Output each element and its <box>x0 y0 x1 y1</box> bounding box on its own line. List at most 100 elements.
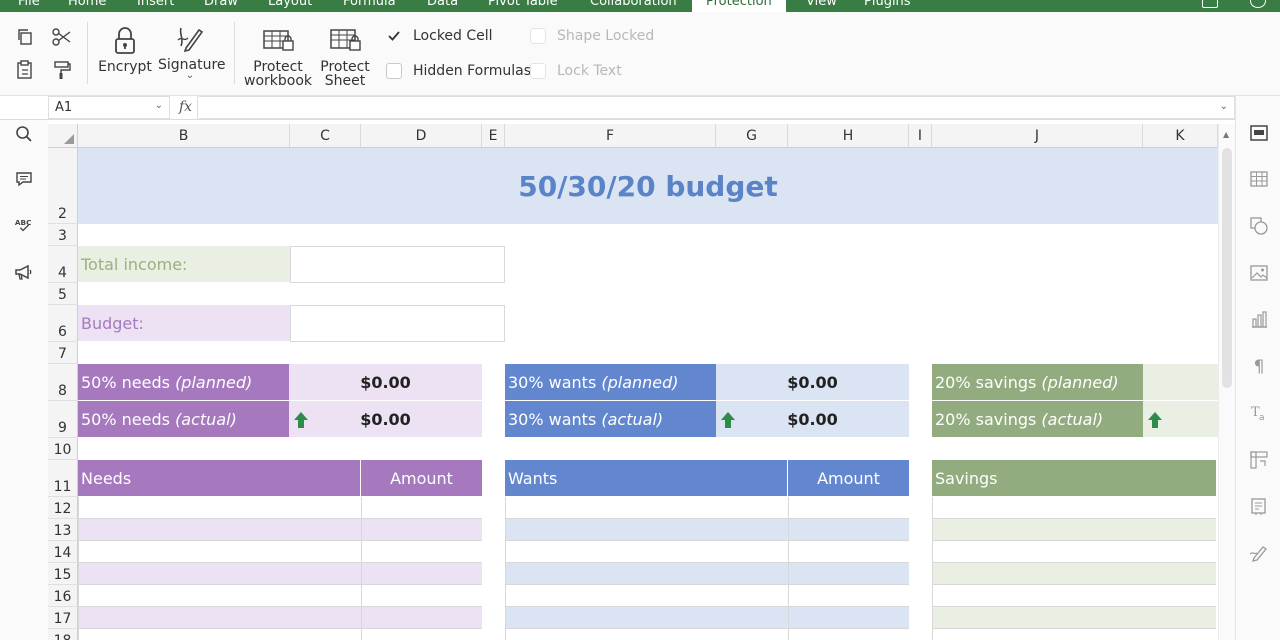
wants-actual-value[interactable]: $0.00 <box>716 401 909 437</box>
needs-planned-label[interactable]: 50% needs (planned) <box>78 364 289 400</box>
row-header-17[interactable]: 17 <box>48 607 78 629</box>
copy-icon[interactable] <box>14 26 36 48</box>
signature-icon[interactable] <box>1249 543 1269 563</box>
column-header-h[interactable]: H <box>788 124 909 148</box>
savings-item-cell[interactable] <box>932 519 1216 541</box>
shapes-icon[interactable] <box>1249 216 1269 236</box>
wants-actual-label[interactable]: 30% wants (actual) <box>505 401 716 437</box>
wants-amount-cell[interactable] <box>788 541 909 563</box>
needs-item-cell[interactable] <box>78 497 361 519</box>
tab-plugins[interactable]: Plugins <box>864 0 911 9</box>
column-header-f[interactable]: F <box>505 124 716 148</box>
name-box[interactable]: A1 ⌄ <box>48 96 170 119</box>
total-income-label[interactable]: Total income: <box>78 246 290 282</box>
tab-formula[interactable]: Formula <box>343 0 396 9</box>
row-header-9[interactable]: 9 <box>48 401 78 438</box>
column-header-g[interactable]: G <box>716 124 788 148</box>
column-header-i[interactable]: I <box>909 124 932 148</box>
column-header-k[interactable]: K <box>1143 124 1218 148</box>
savings-item-cell[interactable] <box>932 497 1216 519</box>
wants-planned-value[interactable]: $0.00 <box>716 364 909 400</box>
vertical-scrollbar[interactable]: ▲ <box>1218 124 1235 640</box>
pivot-icon[interactable] <box>1249 450 1269 470</box>
row-header-7[interactable]: 7 <box>48 342 78 364</box>
wants-item-cell[interactable] <box>505 541 788 563</box>
paragraph-icon[interactable]: ¶ <box>1249 357 1269 377</box>
savings-item-cell[interactable] <box>932 629 1216 640</box>
wants-item-cell[interactable] <box>505 585 788 607</box>
column-header-c[interactable]: C <box>290 124 361 148</box>
savings-planned-label[interactable]: 20% savings (planned) <box>932 364 1143 400</box>
needs-item-cell[interactable] <box>78 607 361 629</box>
chart-icon[interactable] <box>1249 310 1269 330</box>
function-icon[interactable]: fx <box>174 96 198 119</box>
total-income-input[interactable] <box>290 246 505 283</box>
wants-amount-cell[interactable] <box>788 563 909 585</box>
spreadsheet-grid[interactable]: B C D E F G H I J K 2 3 4 5 6 7 8 9 10 1… <box>48 124 1218 640</box>
needs-amount-cell[interactable] <box>361 563 482 585</box>
row-header-13[interactable]: 13 <box>48 519 78 541</box>
savings-item-cell[interactable] <box>932 585 1216 607</box>
wants-table-header[interactable]: Wants <box>505 460 787 496</box>
row-header-5[interactable]: 5 <box>48 283 78 305</box>
wants-amount-cell[interactable] <box>788 519 909 541</box>
hidden-formulas-checkbox[interactable]: Hidden Formulas <box>386 63 531 79</box>
needs-item-cell[interactable] <box>78 563 361 585</box>
tab-layout[interactable]: Layout <box>268 0 312 9</box>
needs-actual-value[interactable]: $0.00 <box>289 401 482 437</box>
savings-item-cell[interactable] <box>932 541 1216 563</box>
row-header-3[interactable]: 3 <box>48 224 78 246</box>
column-header-b[interactable]: B <box>78 124 290 148</box>
tab-protection[interactable]: Protection <box>692 0 786 12</box>
needs-item-cell[interactable] <box>78 585 361 607</box>
locked-cell-checkbox[interactable]: Locked Cell <box>386 28 493 44</box>
needs-item-cell[interactable] <box>78 629 361 640</box>
row-header-15[interactable]: 15 <box>48 563 78 585</box>
needs-amount-cell[interactable] <box>361 497 482 519</box>
tab-draw[interactable]: Draw <box>204 0 238 9</box>
needs-amount-header[interactable]: Amount <box>361 460 482 496</box>
budget-label[interactable]: Budget: <box>78 305 290 341</box>
cut-icon[interactable] <box>51 26 73 48</box>
select-all-corner[interactable] <box>48 124 78 148</box>
sheet-title[interactable]: 50/30/20 budget <box>78 148 1218 224</box>
wants-amount-cell[interactable] <box>788 607 909 629</box>
protect-workbook-button[interactable]: Protect workbook <box>244 26 312 88</box>
table-icon[interactable] <box>1249 169 1269 189</box>
needs-item-cell[interactable] <box>78 519 361 541</box>
formula-input[interactable]: ⌄ <box>199 96 1235 119</box>
savings-planned-value[interactable] <box>1143 364 1218 400</box>
encrypt-button[interactable]: Encrypt <box>98 26 152 74</box>
account-icon[interactable] <box>1250 0 1266 8</box>
row-header-4[interactable]: 4 <box>48 246 78 283</box>
column-header-d[interactable]: D <box>361 124 482 148</box>
needs-planned-value[interactable]: $0.00 <box>289 364 482 400</box>
tab-data[interactable]: Data <box>427 0 458 9</box>
needs-amount-cell[interactable] <box>361 541 482 563</box>
expand-formula-icon[interactable]: ⌄ <box>1220 101 1228 112</box>
needs-actual-label[interactable]: 50% needs (actual) <box>78 401 289 437</box>
row-header-18[interactable]: 18 <box>48 629 78 640</box>
savings-table-header[interactable]: Savings <box>932 460 1216 496</box>
paste-icon[interactable] <box>14 59 36 81</box>
row-header-8[interactable]: 8 <box>48 364 78 401</box>
savings-actual-label[interactable]: 20% savings (actual) <box>932 401 1143 437</box>
form-icon[interactable] <box>1249 497 1269 517</box>
tab-pivot-table[interactable]: Pivot Table <box>488 0 558 9</box>
image-icon[interactable] <box>1249 263 1269 283</box>
row-header-6[interactable]: 6 <box>48 305 78 342</box>
wants-item-cell[interactable] <box>505 497 788 519</box>
row-header-12[interactable]: 12 <box>48 497 78 519</box>
tab-home[interactable]: Home <box>68 0 106 9</box>
column-header-j[interactable]: J <box>932 124 1143 148</box>
wants-item-cell[interactable] <box>505 563 788 585</box>
savings-item-cell[interactable] <box>932 607 1216 629</box>
wants-amount-cell[interactable] <box>788 629 909 640</box>
scroll-up-icon[interactable]: ▲ <box>1223 130 1229 139</box>
needs-amount-cell[interactable] <box>361 607 482 629</box>
needs-table-header[interactable]: Needs <box>78 460 360 496</box>
signature-button[interactable]: Signature ⌄ <box>158 24 226 81</box>
megaphone-icon[interactable] <box>14 262 34 282</box>
scrollbar-thumb[interactable] <box>1222 148 1232 388</box>
cell-settings-icon[interactable] <box>1249 123 1269 143</box>
